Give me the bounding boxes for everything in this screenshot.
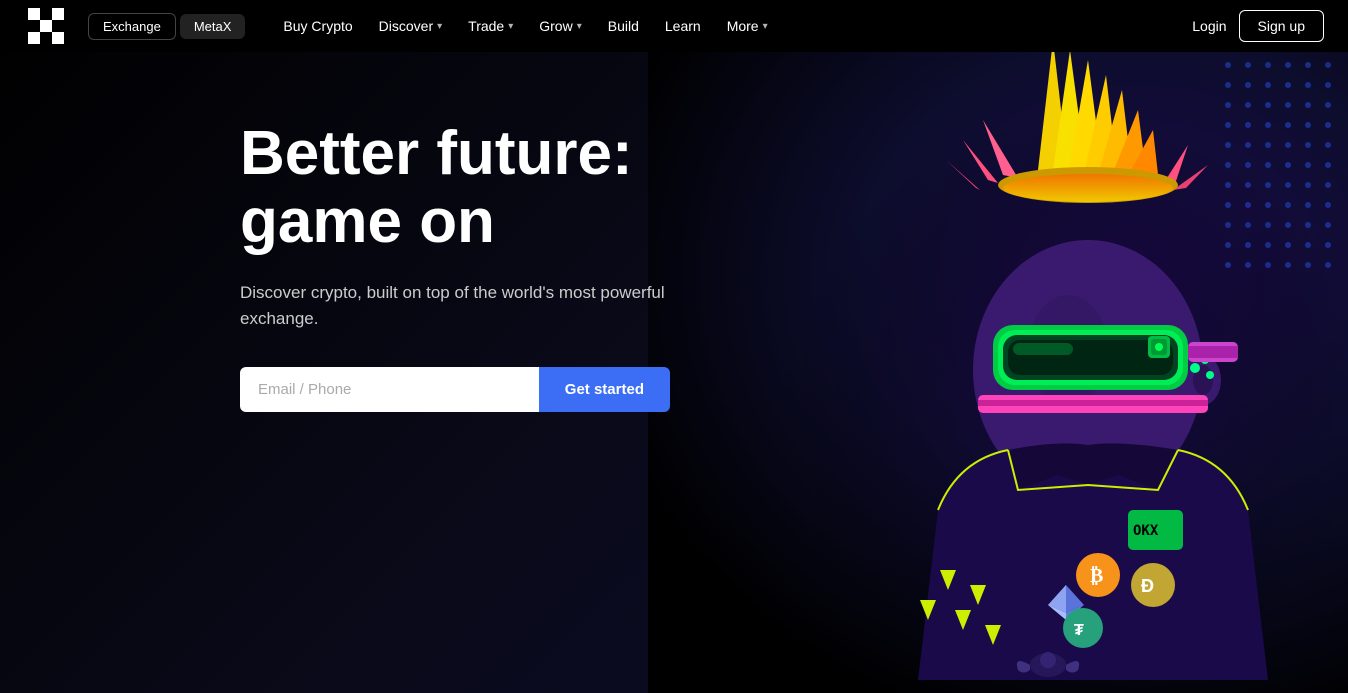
- chevron-down-icon: ▾: [508, 21, 513, 32]
- nav-item-discover[interactable]: Discover ▾: [369, 12, 453, 40]
- nav-tabs: Exchange MetaX: [88, 13, 245, 40]
- nav-menu: Buy Crypto Discover ▾ Trade ▾ Grow ▾ Bui…: [273, 12, 1192, 40]
- svg-text:₿: ₿: [1090, 565, 1103, 587]
- chevron-down-icon: ▾: [763, 21, 768, 32]
- nav-item-grow[interactable]: Grow ▾: [529, 12, 591, 40]
- svg-text:OKX: OKX: [1133, 523, 1159, 539]
- signup-button[interactable]: Sign up: [1239, 10, 1324, 42]
- tab-metax[interactable]: MetaX: [180, 14, 246, 39]
- nav-item-build[interactable]: Build: [598, 12, 649, 40]
- main-nav: Exchange MetaX Buy Crypto Discover ▾ Tra…: [0, 0, 1348, 52]
- nav-auth: Login Sign up: [1192, 10, 1324, 42]
- svg-text:Ð: Ð: [1141, 576, 1154, 596]
- login-button[interactable]: Login: [1192, 18, 1226, 34]
- email-phone-input[interactable]: [240, 367, 539, 412]
- nav-item-learn[interactable]: Learn: [655, 12, 711, 40]
- hero-content: Better future: game on Discover crypto, …: [240, 120, 680, 412]
- svg-text:₮: ₮: [1074, 622, 1084, 639]
- chevron-down-icon: ▾: [437, 21, 442, 32]
- grid-dots-decoration: /* dots rendered below */: [1218, 55, 1348, 285]
- tab-exchange[interactable]: Exchange: [88, 13, 176, 40]
- nav-item-buy-crypto[interactable]: Buy Crypto: [273, 12, 362, 40]
- hero-section: Exchange MetaX Buy Crypto Discover ▾ Tra…: [0, 0, 1348, 693]
- hero-subtitle: Discover crypto, built on top of the wor…: [240, 280, 680, 331]
- chevron-down-icon: ▾: [577, 21, 582, 32]
- hero-title: Better future: game on: [240, 120, 680, 256]
- hero-form: Get started: [240, 367, 670, 412]
- nav-item-trade[interactable]: Trade ▾: [458, 12, 523, 40]
- logo[interactable]: [24, 4, 68, 48]
- get-started-button[interactable]: Get started: [539, 367, 670, 412]
- nav-item-more[interactable]: More ▾: [717, 12, 778, 40]
